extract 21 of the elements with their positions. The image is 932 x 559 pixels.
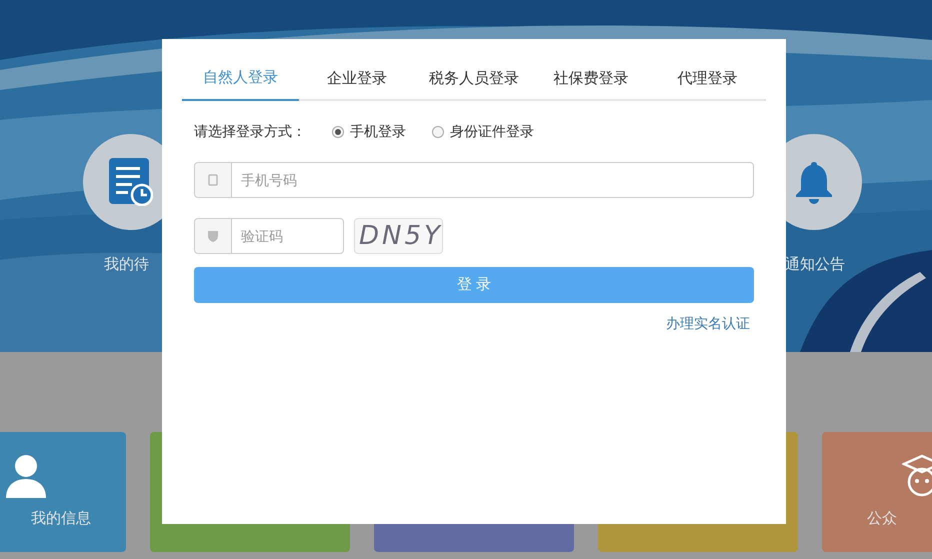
login-tab[interactable]: 企业登录 xyxy=(298,67,416,101)
login-method-radio[interactable]: 手机登录 xyxy=(332,121,406,142)
document-clock-icon xyxy=(109,158,153,206)
login-tab[interactable]: 社保费登录 xyxy=(532,67,650,101)
verification-code-field[interactable]: 验证码 xyxy=(194,218,344,254)
person-icon xyxy=(5,454,47,498)
tile-label: 我的信息 xyxy=(31,508,91,529)
phone-number-field[interactable]: 手机号码 xyxy=(194,162,754,198)
graduate-face-icon xyxy=(902,454,932,498)
tile-label: 公众 xyxy=(867,508,897,529)
bell-icon xyxy=(794,160,834,204)
shield-icon xyxy=(195,219,232,253)
login-method-radio[interactable]: 身份证件登录 xyxy=(432,121,534,142)
real-name-verification-link[interactable]: 办理实名认证 xyxy=(666,313,750,334)
login-tab[interactable]: 代理登录 xyxy=(649,67,766,101)
captcha-image[interactable]: DN5Y xyxy=(354,218,443,254)
phone-icon xyxy=(195,163,232,197)
login-tab[interactable]: 税务人员登录 xyxy=(416,67,532,101)
shortcut-label: 我的待 xyxy=(104,255,149,275)
login-method-prompt: 请选择登录方式： xyxy=(194,122,306,141)
shortcut-label: 通知公告 xyxy=(785,255,845,275)
